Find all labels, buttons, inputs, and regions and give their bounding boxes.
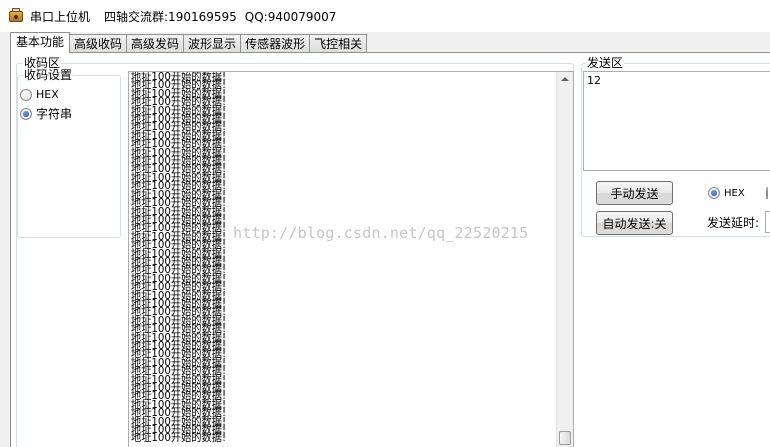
send-delay-label: 发送延时: <box>707 216 760 230</box>
watermark: http://blog.csdn.net/qq_22520215 <box>233 224 529 242</box>
receive-hex-label: HEX <box>36 88 59 101</box>
auto-send-button[interactable]: 自动发送:关 <box>596 211 673 235</box>
tab-basic[interactable]: 基本功能 <box>10 32 71 53</box>
send-hex-label: HEX <box>724 187 745 199</box>
receive-scrollbar[interactable] <box>556 72 573 447</box>
send-delay-input[interactable] <box>765 211 770 233</box>
tab-advanced-receive[interactable]: 高级收码 <box>69 34 128 53</box>
tab-panel-basic: 收码区 收码设置 HEX 字符串 地址100开始的数据! 地址100开始的数据! 地… <box>10 52 770 447</box>
receive-lines: 地址100开始的数据! 地址100开始的数据! 地址100开始的数据! 地址100开始… <box>129 72 573 445</box>
tab-advanced-send[interactable]: 高级发码 <box>126 34 185 53</box>
scroll-thumb[interactable] <box>559 431 571 445</box>
app-title: 串口上位机 <box>30 9 91 24</box>
manual-send-button[interactable]: 手动发送 <box>596 181 673 205</box>
title-bar: 串口上位机 四轴交流群:190169595 QQ:940079007 <box>0 0 770 32</box>
group-info: 四轴交流群:190169595 <box>104 9 237 24</box>
receive-line: 地址100开始的数据! <box>130 431 227 445</box>
send-hex-option[interactable]: HEX <box>708 187 745 199</box>
app-icon <box>8 8 24 24</box>
receive-string-radio[interactable] <box>20 107 32 120</box>
qq-info: QQ:940079007 <box>244 9 337 24</box>
send-textarea[interactable]: 12 <box>583 71 770 171</box>
tab-strip: 基本功能 高级收码 高级发码 波形显示 传感器波形 飞控相关 <box>10 32 368 53</box>
receive-string-option[interactable]: 字符串 <box>20 105 72 122</box>
send-content: 12 <box>587 74 601 87</box>
receive-settings-label: 收码设置 <box>23 68 74 82</box>
send-group-label: 发送区 <box>586 56 625 70</box>
send-hex-radio[interactable] <box>708 187 720 199</box>
scroll-up-arrow-icon[interactable] <box>561 77 569 81</box>
send-string-radio-partial[interactable] <box>766 187 770 199</box>
tab-waveform[interactable]: 波形显示 <box>183 34 242 53</box>
receive-textarea[interactable]: 地址100开始的数据! 地址100开始的数据! 地址100开始的数据! 地址100开始… <box>128 71 574 447</box>
window-title: 串口上位机 四轴交流群:190169595 QQ:940079007 <box>30 8 336 25</box>
tab-sensor-waveform[interactable]: 传感器波形 <box>240 34 311 53</box>
receive-hex-radio[interactable] <box>20 88 32 101</box>
receive-string-label: 字符串 <box>36 107 73 121</box>
tab-flight-control[interactable]: 飞控相关 <box>309 34 368 53</box>
receive-hex-option[interactable]: HEX <box>20 88 59 101</box>
